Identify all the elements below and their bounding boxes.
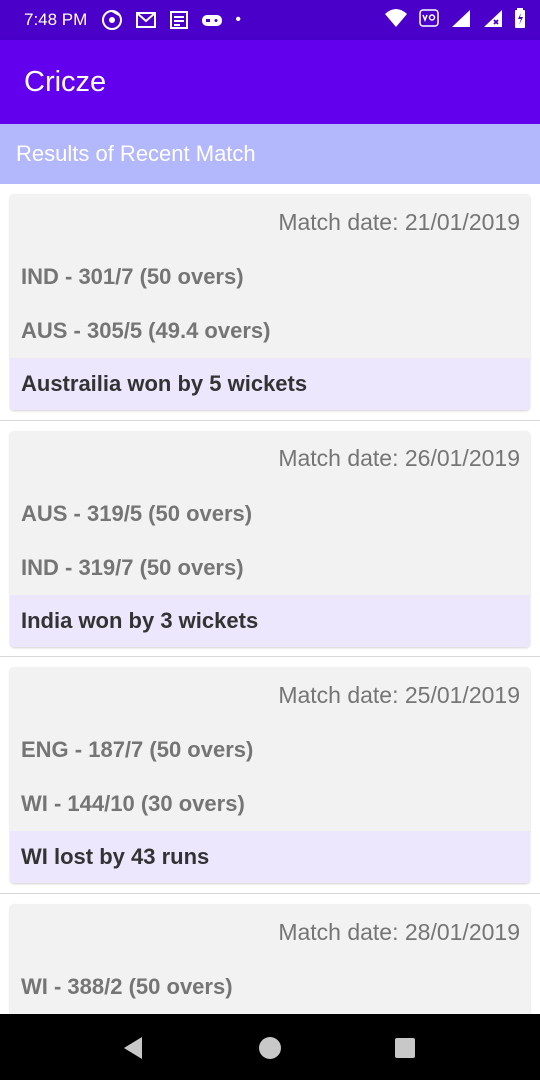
team1-score: IND - 301/7 (50 overs) — [21, 264, 244, 289]
notification-icons: • — [101, 9, 241, 31]
app-bar: Cricze — [0, 40, 540, 124]
status-bar: 7:48 PM • — [0, 0, 540, 40]
match-card[interactable]: Match date: 28/01/2019 WI - 388/2 (50 ov… — [10, 904, 530, 1014]
signal-x-icon — [482, 8, 504, 33]
match-result: WI lost by 43 runs — [10, 831, 530, 884]
battery-icon — [514, 7, 526, 33]
team2-score: AUS - 305/5 (49.4 overs) — [21, 318, 271, 343]
match-date: Match date: 25/01/2019 — [278, 681, 520, 708]
gamepad-icon — [201, 11, 223, 29]
system-icons — [384, 7, 526, 34]
match-card[interactable]: Match date: 26/01/2019 AUS - 319/5 (50 o… — [10, 430, 530, 647]
recents-icon[interactable] — [390, 1033, 420, 1063]
team2-score: IND - 319/7 (50 overs) — [21, 554, 244, 580]
news-icon — [169, 10, 189, 30]
section-header: Results of Recent Match — [0, 124, 540, 184]
team1-score: AUS - 319/5 (50 overs) — [21, 500, 253, 526]
home-icon[interactable] — [255, 1033, 285, 1063]
match-date: Match date: 28/01/2019 — [278, 918, 520, 945]
app-title: Cricze — [24, 65, 107, 98]
list-item[interactable]: Match date: 28/01/2019 WI - 388/2 (50 ov… — [0, 894, 540, 1014]
list-item[interactable]: Match date: 26/01/2019 AUS - 319/5 (50 o… — [0, 421, 540, 658]
match-result: Austrailia won by 5 wickets — [10, 358, 530, 410]
team1-score: WI - 388/2 (50 overs) — [21, 974, 233, 1000]
team1-score: ENG - 187/7 (50 overs) — [21, 737, 254, 763]
volte-icon — [418, 7, 440, 34]
list-item[interactable]: Match date: 25/01/2019 ENG - 187/7 (50 o… — [0, 657, 540, 895]
team2-score: WI - 144/10 (30 overs) — [21, 791, 245, 817]
match-date: Match date: 26/01/2019 — [278, 445, 520, 472]
notification-dot: • — [235, 11, 241, 28]
music-disc-icon — [101, 9, 123, 31]
navigation-bar — [0, 1014, 540, 1080]
wifi-icon — [384, 8, 408, 33]
status-time: 7:48 PM — [24, 10, 88, 29]
match-result: India won by 3 wickets — [10, 594, 530, 647]
match-date: Match date: 21/01/2019 — [278, 208, 520, 235]
back-icon[interactable] — [118, 1033, 148, 1063]
match-card[interactable]: Match date: 25/01/2019 ENG - 187/7 (50 o… — [10, 667, 530, 884]
section-header-title: Results of Recent Match — [16, 141, 256, 166]
gmail-icon — [135, 11, 157, 29]
signal-icon — [450, 8, 472, 33]
match-results-list[interactable]: Match date: 21/01/2019 IND - 301/7 (50 o… — [0, 184, 540, 1014]
match-card[interactable]: Match date: 21/01/2019 IND - 301/7 (50 o… — [10, 194, 530, 410]
list-item[interactable]: Match date: 21/01/2019 IND - 301/7 (50 o… — [0, 184, 540, 421]
